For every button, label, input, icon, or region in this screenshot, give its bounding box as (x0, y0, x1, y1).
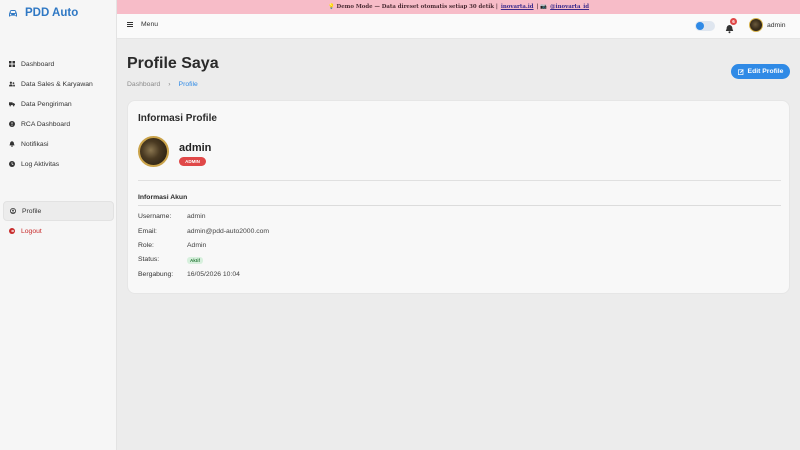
alert-icon (9, 121, 15, 127)
sidebar-item-logout[interactable]: Logout (0, 221, 117, 241)
menu-label: Menu (141, 21, 159, 28)
info-row-email: Email: admin@pdd-auto2000.com (138, 228, 269, 235)
sidebar-item-label: Logout (21, 227, 42, 235)
sidebar-item-log[interactable]: Log Aktivitas (0, 154, 117, 174)
breadcrumb-separator: › (168, 81, 171, 88)
notification-button[interactable]: 6 (725, 18, 737, 34)
sidebar-item-label: Dashboard (21, 60, 55, 68)
profile-card: Informasi Profile admin ADMIN Informasi … (127, 100, 790, 294)
truck-icon (9, 101, 15, 107)
user-circle-icon (10, 208, 16, 214)
grid-icon (9, 61, 15, 67)
banner-link-instagram[interactable]: @inovarta_id (550, 4, 589, 10)
logout-icon (9, 228, 15, 234)
profile-name: admin (179, 142, 212, 154)
sidebar-item-profile[interactable]: Profile (3, 201, 114, 221)
breadcrumb-current: Profile (178, 81, 198, 88)
section-title: Informasi Akun (138, 194, 188, 201)
sidebar-nav: Dashboard Data Sales & Karyawan Data Pen… (0, 54, 117, 241)
banner-link-website[interactable]: inovarta.id (501, 4, 534, 10)
avatar (749, 18, 763, 32)
info-value: admin (187, 213, 206, 220)
sidebar-item-label: Data Pengiriman (21, 100, 72, 108)
role-badge: ADMIN (179, 157, 206, 166)
info-row-role: Role: Admin (138, 242, 206, 249)
bell-icon (9, 141, 15, 147)
sidebar-item-rca[interactable]: RCA Dashboard (0, 114, 117, 134)
divider (138, 180, 781, 181)
info-row-username: Username: admin (138, 213, 206, 220)
sidebar: PDD Auto Dashboard Data Sales & Karyawan… (0, 0, 117, 450)
sidebar-item-pengiriman[interactable]: Data Pengiriman (0, 94, 117, 114)
edit-icon (737, 68, 744, 75)
menu-button[interactable]: Menu (127, 21, 158, 28)
divider (138, 205, 781, 206)
sidebar-item-label: RCA Dashboard (21, 120, 71, 128)
status-badge: Aktif (187, 257, 203, 264)
toggle-knob (696, 22, 704, 30)
user-menu[interactable]: admin (749, 18, 786, 32)
info-label: Username: (138, 213, 172, 220)
sidebar-item-label: Log Aktivitas (21, 160, 60, 168)
page-title: Profile Saya (127, 55, 219, 72)
topbar: Menu 6 admin (117, 14, 800, 39)
edit-profile-label: Edit Profile (747, 68, 784, 75)
sidebar-item-label: Profile (22, 207, 42, 215)
info-value: Admin (187, 242, 207, 249)
breadcrumb: Dashboard › Profile (127, 81, 198, 88)
banner-separator: | 📷 (536, 4, 548, 10)
profile-avatar (138, 136, 169, 167)
brand-name: PDD Auto (25, 7, 79, 19)
hamburger-icon (127, 22, 133, 27)
info-row-status: Status: Aktif (138, 256, 203, 264)
card-title: Informasi Profile (138, 113, 217, 124)
info-label: Email: (138, 228, 157, 235)
theme-toggle[interactable] (695, 21, 715, 31)
clock-icon (9, 161, 15, 167)
sidebar-item-dashboard[interactable]: Dashboard (0, 54, 117, 74)
demo-banner: 💡 Demo Mode — Data direset otomatis seti… (117, 0, 800, 14)
sidebar-item-notifikasi[interactable]: Notifikasi (0, 134, 117, 154)
user-name: admin (767, 21, 786, 29)
breadcrumb-home[interactable]: Dashboard (127, 81, 160, 88)
car-icon (9, 10, 17, 17)
sidebar-item-label: Notifikasi (21, 140, 49, 148)
sidebar-item-sales[interactable]: Data Sales & Karyawan (0, 74, 117, 94)
info-label: Role: (138, 242, 154, 249)
info-label: Bergabung: (138, 271, 174, 278)
info-row-joined: Bergabung: 16/05/2026 10:04 (138, 271, 240, 278)
notification-badge: 6 (730, 18, 737, 25)
users-icon (9, 81, 15, 87)
sidebar-item-label: Data Sales & Karyawan (21, 80, 93, 88)
info-label: Status: (138, 256, 160, 263)
brand[interactable]: PDD Auto (8, 6, 78, 20)
info-value: 16/05/2026 10:04 (187, 271, 240, 278)
banner-text: 💡 Demo Mode — Data direset otomatis seti… (327, 4, 498, 10)
edit-profile-button[interactable]: Edit Profile (731, 64, 790, 79)
bell-icon (725, 25, 734, 34)
info-value: admin@pdd-auto2000.com (187, 228, 270, 235)
